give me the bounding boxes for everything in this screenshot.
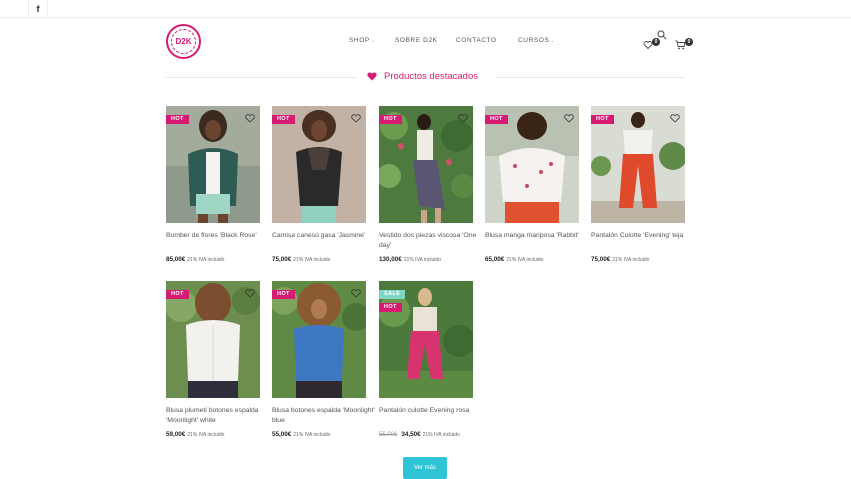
hot-badge: HOT: [166, 115, 189, 124]
logo-seal: D2K: [171, 29, 196, 54]
sale-badge: SALE: [379, 290, 406, 299]
product-price: 75,00€ 21% IVA incluido: [272, 256, 331, 263]
wishlist-heart-icon[interactable]: [351, 289, 361, 298]
nav-item-contacto[interactable]: CONTACTO: [456, 37, 497, 44]
load-more-button[interactable]: Ver más: [403, 457, 447, 479]
hot-badge: HOT: [166, 290, 189, 299]
product-price: 130,00€ 21% IVA incluido: [379, 256, 441, 263]
top-bar: f: [0, 0, 851, 18]
wishlist-heart-icon[interactable]: [458, 114, 468, 123]
product-name[interactable]: Blusa plumeti botones espalda 'Moonlight…: [166, 406, 276, 426]
wishlist-heart-icon[interactable]: [564, 114, 574, 123]
wishlist-heart-icon[interactable]: [670, 114, 680, 123]
divider: [495, 77, 685, 78]
product-name[interactable]: Pantalón Culotte 'Evening' teja: [591, 231, 701, 241]
chevron-down-icon: ⌄: [550, 38, 556, 44]
facebook-icon[interactable]: f: [28, 0, 48, 18]
chevron-down-icon: ⌄: [370, 38, 376, 44]
product-price: 55,00€ 21% IVA incluido: [272, 431, 331, 438]
product-price: 55,00€ 34,50€ 21% IVA incluido: [379, 431, 460, 438]
product-name[interactable]: Bomber de flores 'Black Rose': [166, 231, 276, 241]
wishlist-count-badge: 0: [652, 38, 660, 46]
product-name[interactable]: Pantalón culotte Evening rosa: [379, 406, 489, 416]
product-price: 75,00€ 21% IVA incluido: [591, 256, 650, 263]
wishlist-heart-icon[interactable]: [351, 114, 361, 123]
divider: [166, 77, 356, 78]
hot-badge: HOT: [591, 115, 614, 124]
nav-item-sobre[interactable]: SOBRE D2K: [395, 37, 438, 44]
product-name[interactable]: Vestido dos piezas viscosa 'One day': [379, 231, 489, 251]
cart-count-badge: 0: [685, 38, 693, 46]
hot-badge: HOT: [485, 115, 508, 124]
product-price: 65,00€ 21% IVA incluido: [485, 256, 544, 263]
hot-badge: HOT: [272, 115, 295, 124]
nav-item-cursos[interactable]: CURSOS⌄: [518, 37, 555, 44]
product-name[interactable]: Camisa canesú gasa 'Jasmine': [272, 231, 382, 241]
logo-text: D2K: [175, 37, 192, 46]
wishlist-heart-icon[interactable]: [245, 289, 255, 298]
hot-badge: HOT: [272, 290, 295, 299]
product-name[interactable]: Blusa manga mariposa 'Rabbit': [485, 231, 595, 241]
product-name[interactable]: Blusa botones espalda 'Moonlight' blue: [272, 406, 382, 426]
hot-badge: HOT: [379, 115, 402, 124]
section-header: Productos destacados: [166, 70, 685, 84]
product-price: 85,00€ 21% IVA incluido: [166, 256, 225, 263]
hot-badge: HOT: [379, 303, 402, 312]
product-price: 59,00€ 21% IVA incluido: [166, 431, 225, 438]
site-logo[interactable]: D2K: [166, 24, 201, 59]
heart-icon: [367, 72, 377, 81]
wishlist-heart-icon[interactable]: [245, 114, 255, 123]
section-title: Productos destacados: [384, 71, 479, 82]
nav-item-shop[interactable]: SHOP⌄: [349, 37, 376, 44]
